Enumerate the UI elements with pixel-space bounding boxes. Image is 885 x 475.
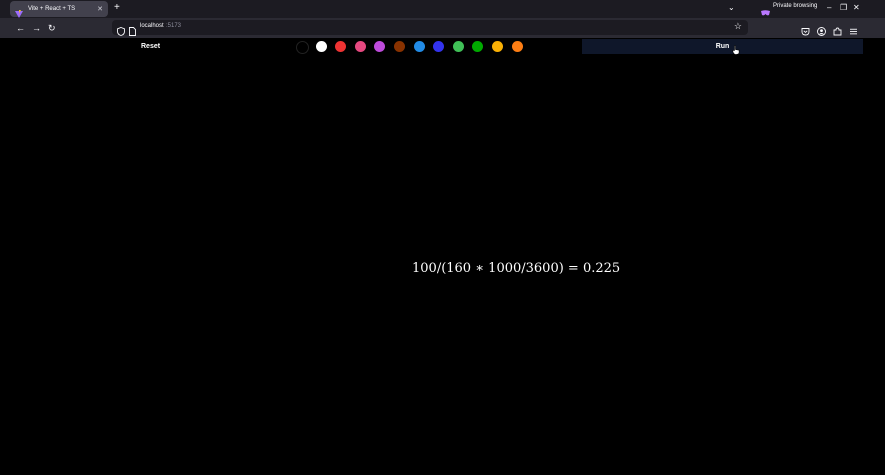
private-browsing-indicator: Private browsing: [761, 3, 818, 16]
color-swatch[interactable]: [296, 41, 309, 54]
color-swatch[interactable]: [492, 41, 503, 52]
color-swatch[interactable]: [512, 41, 523, 52]
private-browsing-label: Private browsing: [773, 3, 818, 9]
color-swatch[interactable]: [316, 41, 327, 52]
result-expression: 100/(160 ∗ 1000/3600) = 0.225: [412, 261, 621, 276]
restore-icon[interactable]: ❐: [840, 2, 847, 14]
private-mask-icon: [761, 3, 770, 16]
chevron-down-icon[interactable]: ⌄: [728, 3, 735, 12]
minimize-icon[interactable]: –: [827, 2, 831, 14]
reload-icon[interactable]: ↻: [48, 22, 56, 34]
tab-title: Vite + React + TS: [28, 6, 76, 12]
color-swatch[interactable]: [453, 41, 464, 52]
browser-tab-strip: Vite + React + TS ✕ + ⌄ Private browsing…: [0, 0, 885, 18]
forward-arrow-icon[interactable]: →: [32, 22, 41, 34]
color-swatch[interactable]: [433, 41, 444, 52]
close-icon[interactable]: ✕: [97, 5, 103, 13]
back-arrow-icon[interactable]: ←: [16, 22, 25, 34]
url-host: localhost: [140, 23, 164, 29]
bookmark-star-icon[interactable]: ☆: [734, 21, 742, 32]
browser-tab[interactable]: Vite + React + TS ✕: [10, 1, 108, 18]
plus-icon[interactable]: +: [114, 2, 120, 14]
reset-button[interactable]: Reset: [141, 43, 160, 50]
color-swatch[interactable]: [394, 41, 405, 52]
close-icon[interactable]: ✕: [853, 2, 860, 14]
color-swatch[interactable]: [374, 41, 385, 52]
color-swatch[interactable]: [414, 41, 425, 52]
url-bar[interactable]: localhost :5173 ☆: [112, 20, 748, 36]
drawing-canvas[interactable]: Reset Run 100/(160 ∗ 1000/3600) = 0.225: [0, 38, 885, 475]
color-swatch[interactable]: [335, 41, 346, 52]
run-button[interactable]: Run: [582, 39, 863, 54]
url-port: :5173: [166, 23, 182, 29]
color-swatch[interactable]: [472, 41, 483, 52]
hand-pointer-cursor-icon: [732, 42, 740, 60]
run-label: Run: [715, 43, 730, 50]
browser-nav-toolbar: ← → ↻ localhost :5173 ☆: [0, 18, 885, 38]
color-swatch[interactable]: [355, 41, 366, 52]
vite-logo-icon: [15, 5, 23, 18]
